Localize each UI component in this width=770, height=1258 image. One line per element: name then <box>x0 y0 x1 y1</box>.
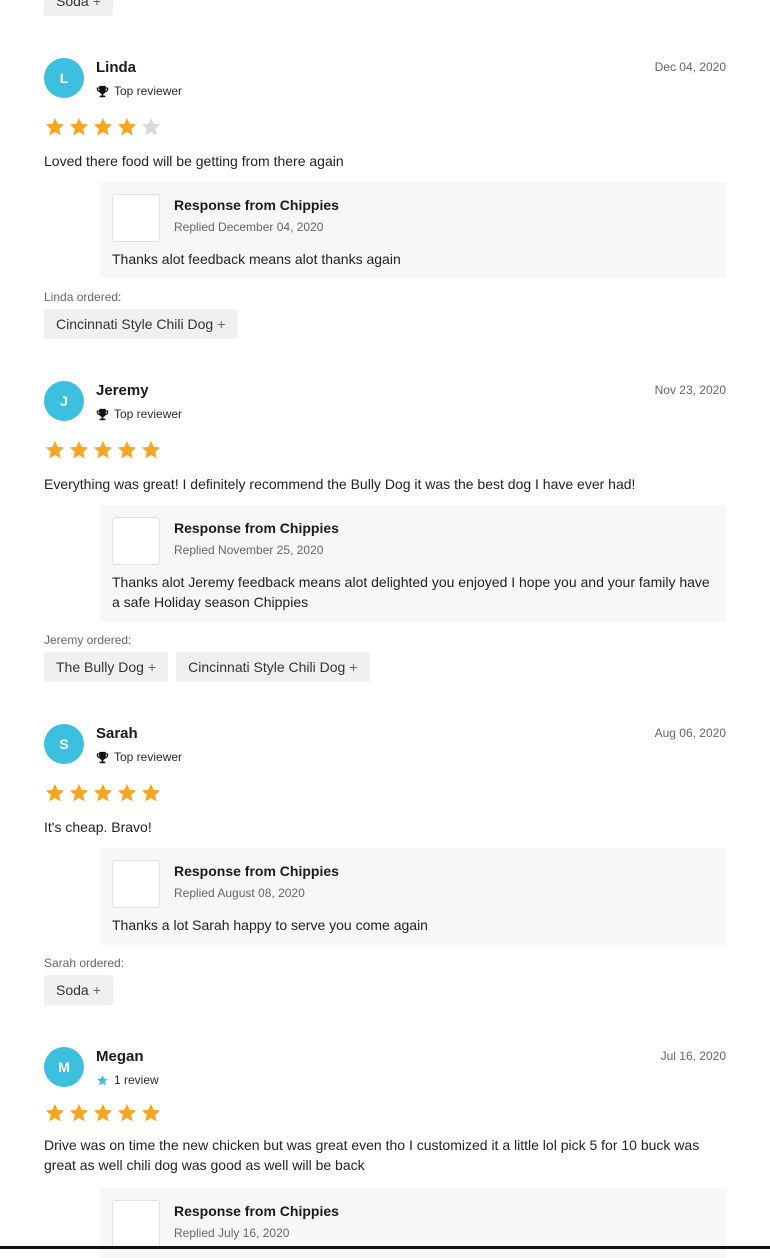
star-rating <box>44 782 164 804</box>
plus-icon: + <box>92 982 101 998</box>
review-date: Jul 16, 2020 <box>660 1049 726 1063</box>
ordered-label: Linda ordered: <box>44 290 122 304</box>
reviewer-name[interactable]: Megan <box>96 1048 144 1065</box>
response-title: Response from Chippies <box>174 1203 339 1219</box>
star-empty-icon <box>141 117 161 136</box>
review-text: Loved there food will be getting from th… <box>44 153 344 169</box>
star-icon <box>97 1074 108 1085</box>
reviewer-badge: Top reviewer <box>96 750 182 764</box>
star-filled-icon <box>45 117 65 136</box>
reviewer-name[interactable]: Linda <box>96 59 136 76</box>
star-filled-icon <box>141 783 161 802</box>
review-text: Drive was on time the new chicken but wa… <box>44 1137 700 1173</box>
plus-icon: + <box>92 0 101 9</box>
owner-response: Response from Chippies Replied November … <box>100 505 726 622</box>
response-title: Response from Chippies <box>174 520 339 536</box>
response-date: Replied November 25, 2020 <box>174 543 324 557</box>
star-rating <box>44 116 164 138</box>
plus-icon: + <box>147 659 157 675</box>
star-filled-icon <box>69 440 89 459</box>
star-filled-icon <box>93 1103 113 1122</box>
star-filled-icon <box>69 117 89 136</box>
star-filled-icon <box>117 1103 137 1122</box>
star-filled-icon <box>45 440 65 459</box>
response-title: Response from Chippies <box>174 197 339 213</box>
ordered-label: Jeremy ordered: <box>44 633 132 647</box>
trophy-icon <box>96 751 109 763</box>
ordered-item-tag[interactable]: Cincinnati Style Chili Dog + <box>44 309 238 339</box>
review-text: It's cheap. Bravo! <box>44 819 152 835</box>
response-date: Replied July 16, 2020 <box>174 1226 290 1240</box>
star-filled-icon <box>69 783 89 802</box>
star-filled-icon <box>69 1103 89 1122</box>
ordered-item-tag[interactable]: Soda + <box>44 0 113 16</box>
ordered-items: Cincinnati Style Chili Dog + <box>44 309 245 339</box>
response-date: Replied December 04, 2020 <box>174 220 324 234</box>
owner-response: Response from Chippies Replied December … <box>100 182 726 278</box>
ordered-items: The Bully Dog + Cincinnati Style Chili Dog… <box>44 652 378 682</box>
trophy-icon <box>96 408 109 420</box>
restaurant-logo <box>112 194 160 242</box>
reviewer-badge: Top reviewer <box>96 407 182 421</box>
trophy-icon <box>96 85 109 97</box>
restaurant-logo <box>112 1200 160 1248</box>
star-rating <box>44 439 164 461</box>
star-filled-icon <box>141 440 161 459</box>
owner-response: Response from Chippies Replied August 08… <box>100 848 726 945</box>
review-date: Aug 06, 2020 <box>654 726 726 740</box>
review-text: Everything was great! I definitely recom… <box>44 476 636 492</box>
star-filled-icon <box>45 783 65 802</box>
ordered-item-tag[interactable]: The Bully Dog + <box>44 652 169 682</box>
star-filled-icon <box>45 1103 65 1122</box>
response-text: Thanks a lot Sarah happy to serve you co… <box>112 917 428 933</box>
star-filled-icon <box>117 117 137 136</box>
reviewer-name[interactable]: Jeremy <box>96 382 149 399</box>
plus-icon: + <box>217 316 226 332</box>
avatar: J <box>44 381 84 421</box>
previous-ordered-items: Soda + <box>44 0 121 16</box>
star-filled-icon <box>93 117 113 136</box>
response-text: Thanks alot feedback means alot thanks a… <box>112 251 401 267</box>
ordered-items: Soda + <box>44 975 121 1005</box>
review-date: Nov 23, 2020 <box>654 383 726 397</box>
restaurant-logo <box>112 860 160 908</box>
review-date: Dec 04, 2020 <box>654 60 726 74</box>
star-filled-icon <box>141 1103 161 1122</box>
restaurant-logo <box>112 517 160 565</box>
avatar: S <box>44 724 84 764</box>
response-text: Thanks alot Jeremy feedback means alot d… <box>112 574 710 610</box>
ordered-item-tag[interactable]: Soda + <box>44 975 113 1005</box>
star-filled-icon <box>93 783 113 802</box>
plus-icon: + <box>349 659 358 675</box>
ordered-item-tag[interactable]: Cincinnati Style Chili Dog + <box>176 652 370 682</box>
response-date: Replied August 08, 2020 <box>174 886 305 900</box>
ordered-label: Sarah ordered: <box>44 956 125 970</box>
star-filled-icon <box>117 783 137 802</box>
response-title: Response from Chippies <box>174 863 339 879</box>
reviewer-badge: Top reviewer <box>96 84 182 98</box>
avatar: L <box>44 58 84 98</box>
reviewer-name[interactable]: Sarah <box>96 725 138 742</box>
star-rating <box>44 1102 164 1124</box>
star-filled-icon <box>117 440 137 459</box>
star-filled-icon <box>93 440 113 459</box>
avatar: M <box>44 1047 84 1087</box>
reviewer-badge: 1 review <box>96 1073 159 1087</box>
